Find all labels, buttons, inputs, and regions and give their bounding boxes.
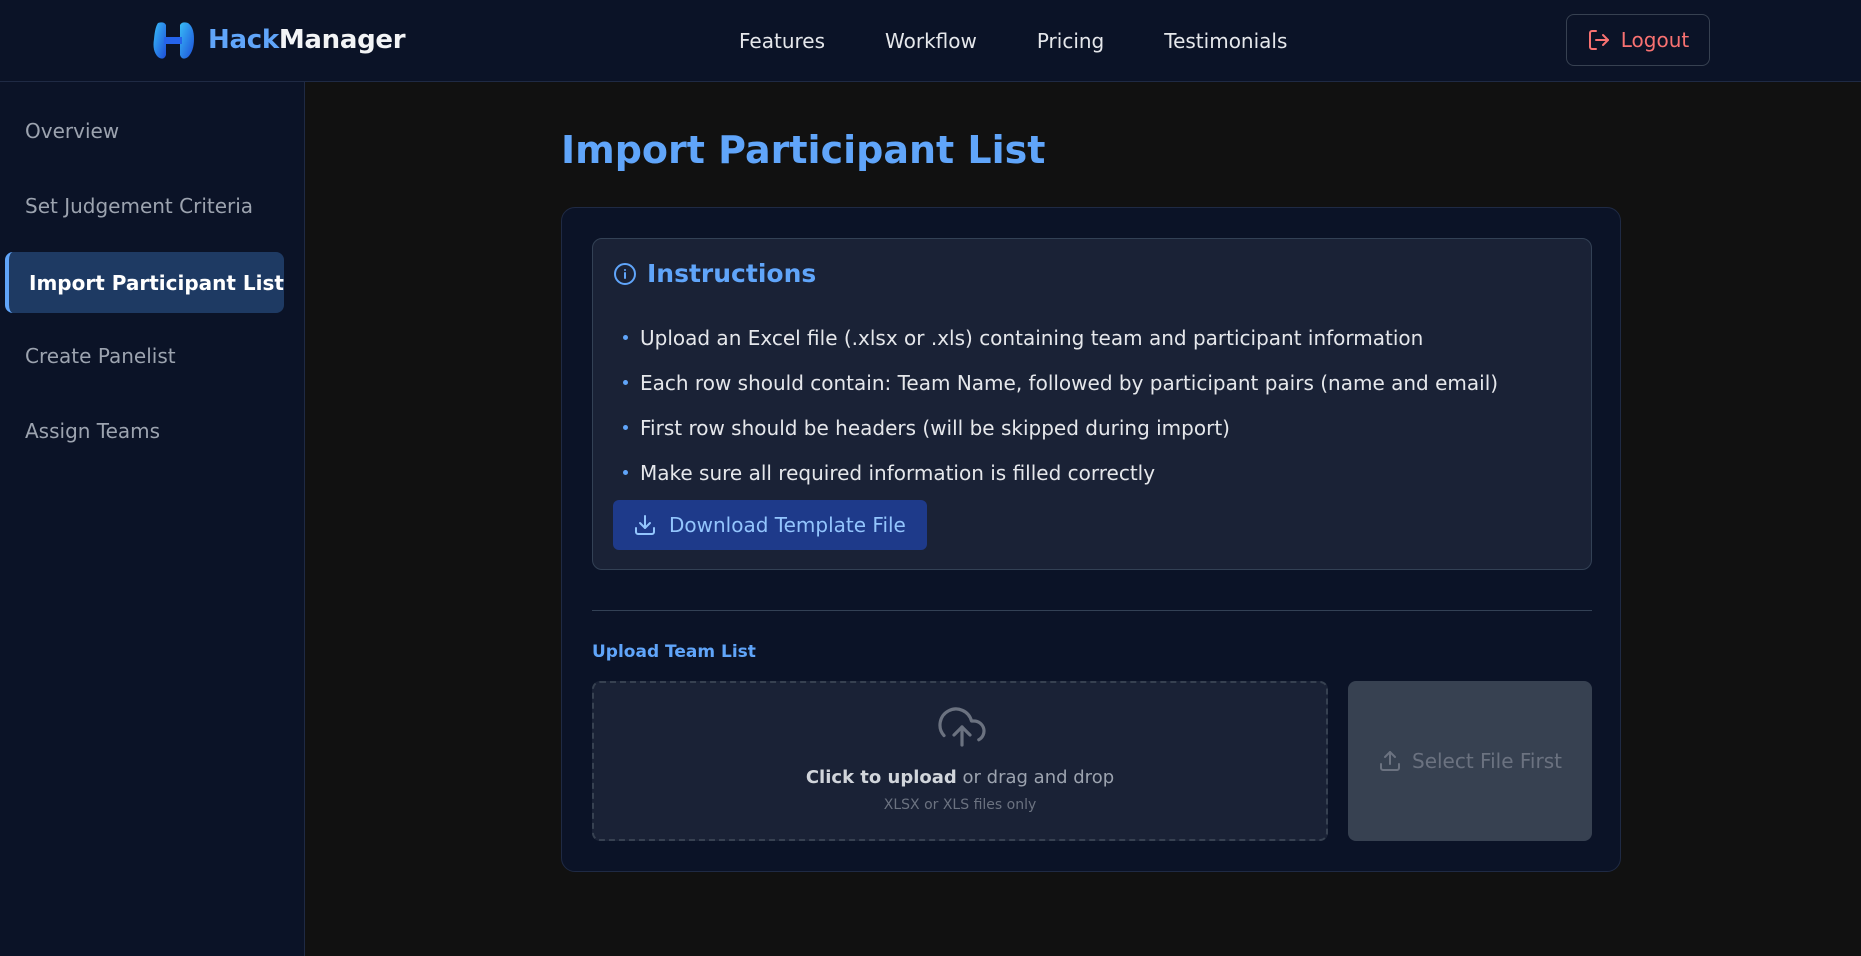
select-file-first-label: Select File First (1412, 749, 1562, 773)
download-icon (635, 515, 655, 535)
upload-icon (1380, 751, 1400, 771)
instruction-text: Upload an Excel file (.xlsx or .xls) con… (640, 325, 1424, 350)
brand[interactable]: HackManager (150, 16, 406, 64)
bullet-icon (623, 380, 628, 385)
bullet-icon (623, 335, 628, 340)
instruction-text: Make sure all required information is fi… (640, 460, 1156, 485)
nav-link-workflow[interactable]: Workflow (885, 29, 977, 53)
instruction-text: First row should be headers (will be ski… (640, 415, 1230, 440)
sidebar-item-import-participant-list[interactable]: Import Participant List (5, 252, 284, 313)
brand-name-part2: Manager (278, 25, 406, 55)
instructions-header: Instructions (613, 259, 816, 288)
brand-name-part1: Hack (208, 25, 279, 55)
logout-icon (1588, 30, 1609, 50)
select-file-first-button[interactable]: Select File First (1348, 681, 1592, 841)
sidebar-item-set-judgement-criteria[interactable]: Set Judgement Criteria (25, 194, 253, 218)
logout-label: Logout (1620, 28, 1690, 52)
nav-link-features[interactable]: Features (739, 29, 825, 53)
instruction-text: Each row should contain: Team Name, foll… (640, 370, 1499, 395)
drag-drop-text: or drag and drop (956, 767, 1115, 788)
divider (592, 610, 1592, 611)
sidebar-item-label: Import Participant List (29, 270, 284, 295)
instructions-panel: Instructions Upload an Excel file (.xlsx… (592, 238, 1592, 570)
list-item: First row should be headers (will be ski… (623, 405, 1498, 450)
download-template-label: Download Template File (669, 513, 906, 537)
sidebar-item-create-panelist[interactable]: Create Panelist (25, 344, 176, 368)
dropzone-text: Click to upload or drag and drop (594, 767, 1326, 788)
main-nav: Features Workflow Pricing Testimonials (739, 0, 1287, 82)
instructions-title: Instructions (647, 259, 817, 288)
nav-link-testimonials[interactable]: Testimonials (1164, 29, 1287, 53)
brand-name: HackManager (208, 25, 406, 55)
file-type-hint: XLSX or XLS files only (883, 797, 1037, 813)
hackmanager-logo-icon (153, 22, 194, 59)
file-dropzone[interactable]: Click to upload or drag and drop XLSX or… (592, 681, 1328, 841)
upload-team-list-label: Upload Team List (592, 642, 756, 662)
instructions-list: Upload an Excel file (.xlsx or .xls) con… (623, 315, 1498, 495)
cloud-upload-icon (938, 707, 986, 747)
list-item: Upload an Excel file (.xlsx or .xls) con… (623, 315, 1498, 360)
sidebar-item-assign-teams[interactable]: Assign Teams (25, 419, 160, 443)
bullet-icon (623, 425, 628, 430)
click-to-upload-text: Click to upload (805, 767, 957, 788)
download-template-button[interactable]: Download Template File (613, 500, 927, 550)
page-title: Import Participant List (561, 128, 1046, 172)
list-item: Make sure all required information is fi… (623, 450, 1498, 495)
import-card: Instructions Upload an Excel file (.xlsx… (561, 207, 1621, 872)
top-navbar: HackManager Features Workflow Pricing Te… (0, 0, 1861, 82)
sidebar: Overview Set Judgement Criteria Import P… (0, 82, 305, 956)
logout-button[interactable]: Logout (1566, 14, 1710, 66)
nav-link-pricing[interactable]: Pricing (1037, 29, 1104, 53)
list-item: Each row should contain: Team Name, foll… (623, 360, 1498, 405)
bullet-icon (623, 470, 628, 475)
info-icon (614, 262, 636, 285)
sidebar-item-overview[interactable]: Overview (25, 119, 119, 143)
